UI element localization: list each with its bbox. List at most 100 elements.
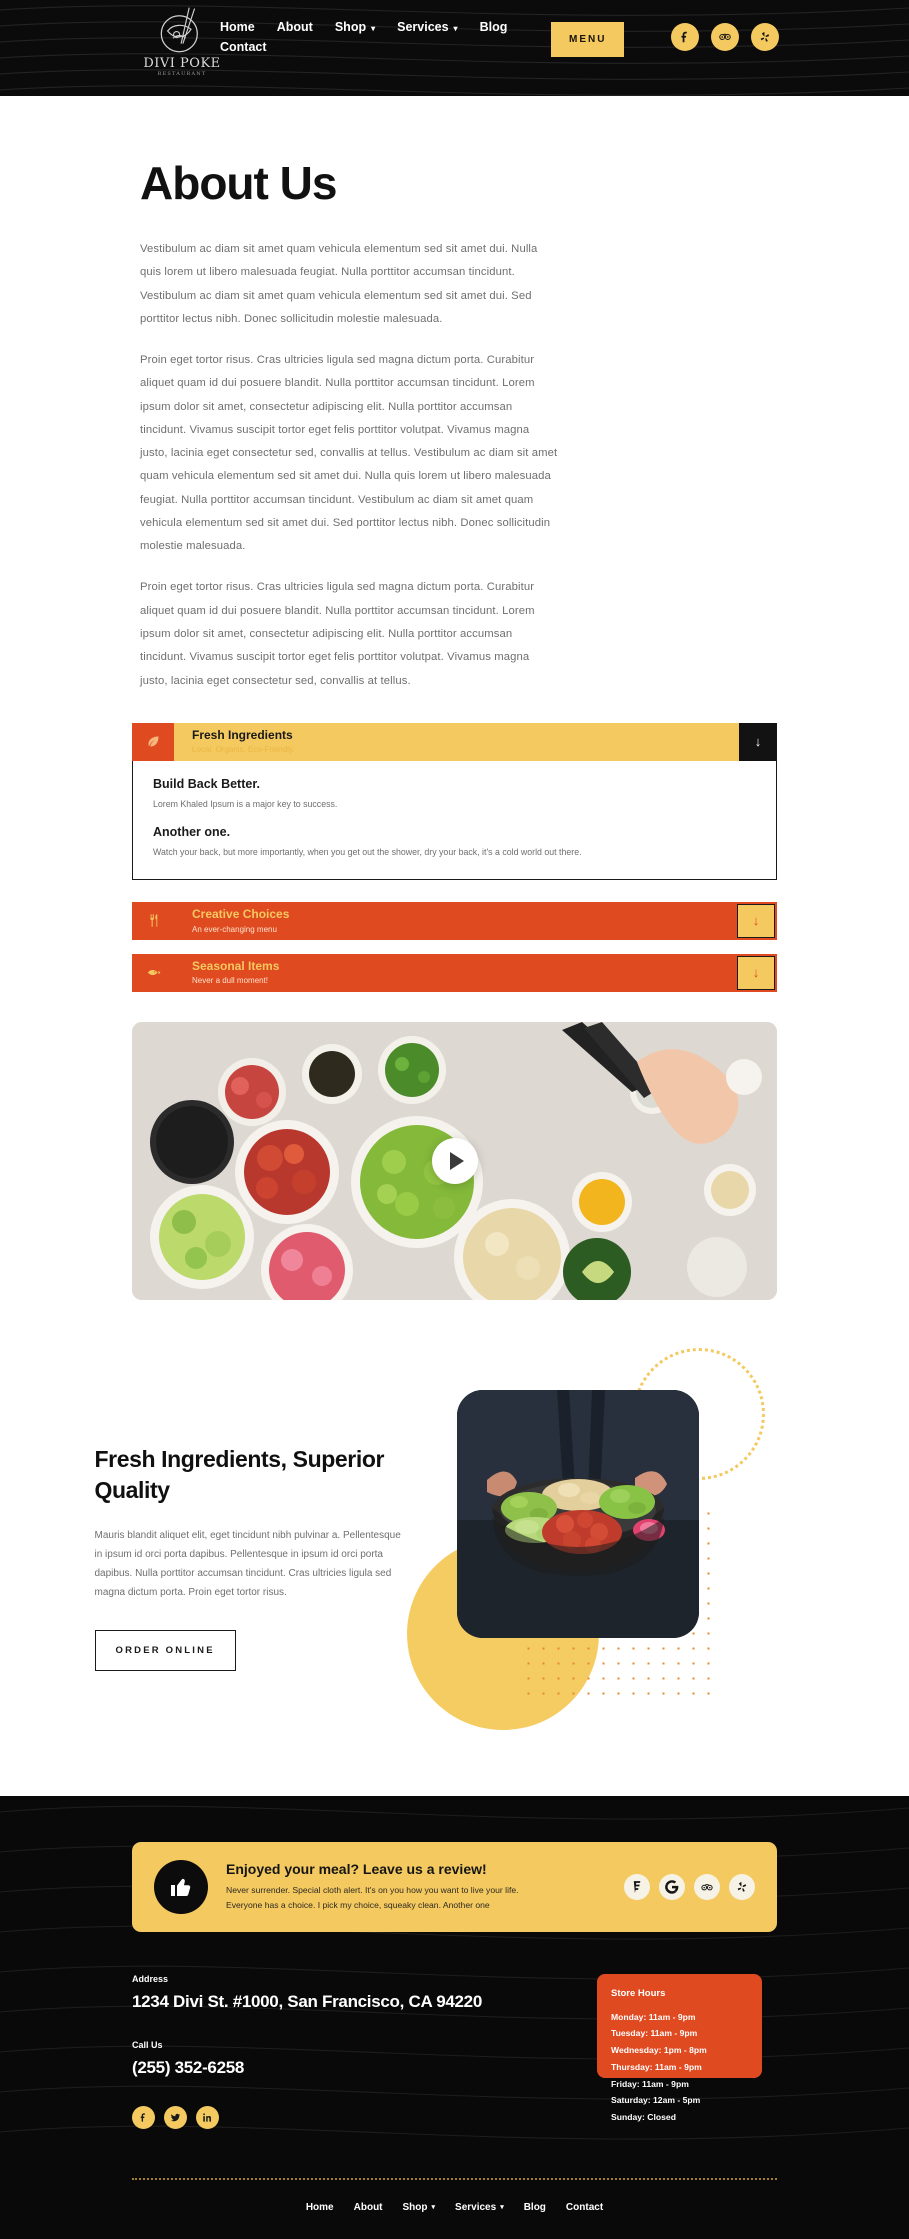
footer-navigation[interactable]: Home About Shop ▾ Services ▾ Blog Contact (0, 2180, 909, 2239)
phone-label: Call Us (132, 2039, 163, 2050)
accordion-header[interactable]: Fresh Ingredients Local. Organic. Eco-Fr… (132, 722, 777, 761)
footer-nav-label: Contact (565, 2201, 604, 2213)
accordion-toggle-icon[interactable]: ↓ (739, 722, 777, 761)
nav-item-about[interactable]: About (277, 20, 313, 34)
feature-image-column (406, 1347, 765, 1730)
store-hours-item: Tuesday: 11am - 9pm (611, 2028, 698, 2039)
site-header: DIVI POKE RESTAURANT Home About Shop ▾ Se… (0, 0, 909, 96)
review-heading: Enjoyed your meal? Leave us a review! (226, 1861, 487, 1878)
site-footer: Enjoyed your meal? Leave us a review! Ne… (0, 1795, 909, 2239)
nav-item-contact[interactable]: Contact (220, 40, 267, 54)
menu-button[interactable]: MENU (551, 22, 625, 57)
yelp-icon[interactable] (751, 23, 779, 51)
nav-item-services[interactable]: Services ▾ (397, 20, 457, 34)
store-hours-title: Store Hours (611, 1987, 666, 1999)
footer-nav-label: Services (455, 2201, 497, 2213)
chevron-down-icon: ▾ (431, 2204, 436, 2212)
store-hours-item: Saturday: 12am - 5pm (611, 2095, 701, 2106)
play-button-icon[interactable] (431, 1137, 478, 1184)
linkedin-icon[interactable] (196, 2105, 219, 2129)
address-value: 1234 Divi St. #1000, San Francisco, CA 9… (132, 1991, 482, 2011)
footer-nav-label: Home (305, 2201, 334, 2213)
site-logo[interactable]: DIVI POKE RESTAURANT (142, 4, 222, 77)
facebook-icon[interactable] (671, 23, 699, 51)
footer-social-links[interactable] (132, 2105, 532, 2129)
nav-label: Home (220, 20, 255, 34)
accordion-body: Build Back Better. Lorem Khaled Ipsum is… (132, 760, 777, 880)
poke-bowl-chopsticks-logo-icon (160, 7, 198, 53)
footer-nav-item-contact[interactable]: Contact (566, 2202, 603, 2213)
footer-nav-item-shop[interactable]: Shop ▾ (403, 2202, 436, 2213)
poke-bowl-photo (456, 1389, 699, 1638)
accordion-item-fresh-ingredients: Fresh Ingredients Local. Organic. Eco-Fr… (132, 722, 777, 880)
chevron-down-icon: ▾ (453, 23, 458, 33)
accordion-item-creative-choices: Creative Choices An ever-changing menu ↓ (132, 901, 777, 940)
chevron-down-icon: ▾ (371, 23, 376, 33)
footer-contact-row: Address 1234 Divi St. #1000, San Francis… (132, 1973, 777, 2138)
foursquare-icon[interactable] (624, 1873, 650, 1900)
nav-item-blog[interactable]: Blog (480, 20, 508, 34)
review-line-1: Never surrender. Special cloth alert. It… (226, 1885, 519, 1896)
footer-divider (132, 2177, 777, 2180)
nav-label: Contact (220, 40, 267, 54)
twitter-icon[interactable] (164, 2105, 187, 2129)
about-paragraph-2: Proin eget tortor risus. Cras ultricies … (140, 354, 558, 553)
store-hours-item: Friday: 11am - 9pm (611, 2078, 689, 2089)
accordion-subtitle: Local. Organic. Eco-Friendly. (192, 745, 295, 755)
order-online-button[interactable]: ORDER ONLINE (94, 1629, 236, 1671)
nav-label: Blog (479, 20, 508, 34)
primary-navigation[interactable]: Home About Shop ▾ Services ▾ Blog Contact (220, 20, 520, 54)
logo-wordmark: DIVI POKE (143, 56, 221, 71)
header-social-links[interactable] (671, 23, 779, 51)
accordion-header[interactable]: Creative Choices An ever-changing menu ↓ (132, 901, 777, 940)
footer-nav-label: About (353, 2201, 383, 2213)
accordion-body-heading-1: Build Back Better. (153, 776, 260, 791)
accordion-header-text: Seasonal Items Never a dull moment! (174, 954, 735, 992)
footer-nav-item-blog[interactable]: Blog (524, 2202, 546, 2213)
accordion: Fresh Ingredients Local. Organic. Eco-Fr… (132, 722, 777, 992)
footer-contact-column: Address 1234 Divi St. #1000, San Francis… (132, 1974, 532, 2129)
accordion-header[interactable]: Seasonal Items Never a dull moment! ↓ (132, 953, 777, 992)
review-banner: Enjoyed your meal? Leave us a review! Ne… (132, 1841, 777, 1932)
nav-label: About (276, 20, 313, 34)
fish-icon (132, 953, 174, 992)
review-line-2: Everyone has a choice. I pick my choice,… (226, 1899, 490, 1910)
footer-nav-item-services[interactable]: Services ▾ (455, 2202, 504, 2213)
accordion-subtitle: An ever-changing menu (192, 924, 277, 934)
accordion-toggle-icon[interactable]: ↓ (737, 903, 775, 938)
feature-section: Fresh Ingredients, Superior Quality Maur… (94, 1347, 815, 1796)
yelp-icon[interactable] (729, 1873, 755, 1900)
page-title: About Us (140, 157, 337, 209)
leaf-icon (132, 722, 174, 761)
tripadvisor-icon[interactable] (711, 23, 739, 51)
store-hours-item: Wednesday: 1pm - 8pm (611, 2045, 707, 2055)
feature-text-column: Fresh Ingredients, Superior Quality Maur… (94, 1386, 405, 1671)
review-social-links[interactable] (624, 1873, 755, 1900)
footer-nav-item-home[interactable]: Home (306, 2202, 334, 2213)
nav-item-home[interactable]: Home (220, 20, 255, 34)
nav-label: Services (397, 20, 449, 34)
footer-nav-label: Blog (523, 2201, 546, 2213)
video-player[interactable] (132, 1021, 777, 1300)
store-hours-content: Store Hours Monday: 11am - 9pm Tuesday: … (597, 1976, 777, 2138)
facebook-icon[interactable] (132, 2105, 155, 2129)
store-hours-item: Monday: 11am - 9pm (611, 2011, 696, 2022)
footer-nav-item-about[interactable]: About (354, 2202, 383, 2213)
store-hours-list: Monday: 11am - 9pm Tuesday: 11am - 9pm W… (611, 2009, 763, 2126)
store-hours-item: Thursday: 11am - 9pm (611, 2061, 702, 2072)
store-hours-card: Store Hours Monday: 11am - 9pm Tuesday: … (597, 1973, 777, 2138)
tripadvisor-icon[interactable] (694, 1873, 720, 1900)
thumbs-up-icon (154, 1859, 208, 1914)
accordion-title: Creative Choices (192, 906, 290, 921)
nav-item-shop[interactable]: Shop ▾ (335, 20, 375, 34)
accordion-header-text: Fresh Ingredients Local. Organic. Eco-Fr… (174, 723, 739, 761)
google-icon[interactable] (659, 1873, 685, 1900)
accordion-toggle-icon[interactable]: ↓ (737, 955, 775, 990)
accordion-body-text-1: Lorem Khaled Ipsum is a major key to suc… (153, 798, 338, 809)
fork-knife-icon (132, 901, 174, 940)
accordion-item-seasonal-items: Seasonal Items Never a dull moment! ↓ (132, 953, 777, 992)
accordion-title: Fresh Ingredients (192, 727, 293, 742)
accordion-body-text-2: Watch your back, but more importantly, w… (153, 846, 582, 857)
chevron-down-icon: ▾ (500, 2204, 504, 2212)
review-copy: Enjoyed your meal? Leave us a review! Ne… (226, 1861, 606, 1911)
